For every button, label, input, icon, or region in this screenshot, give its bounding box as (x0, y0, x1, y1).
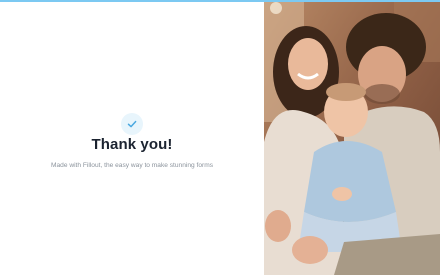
family-photo (264, 2, 440, 275)
confirmation-panel: Thank you! Made with Fillout, the easy w… (0, 2, 264, 275)
made-with-fillout-text: Made with Fillout, the easy way to make … (51, 162, 213, 169)
check-icon (121, 113, 143, 135)
thank-you-title: Thank you! (91, 136, 173, 153)
